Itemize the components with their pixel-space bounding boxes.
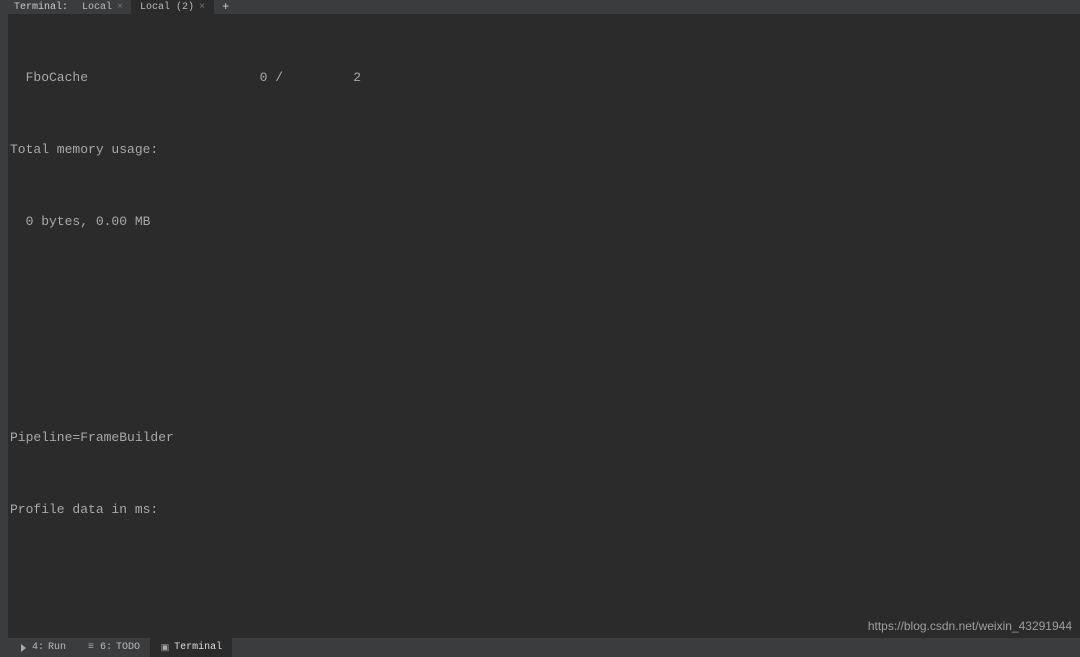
output-line: Total memory usage:	[10, 138, 1074, 162]
terminal-tabs-bar: Terminal: Local × Local (2) × +	[8, 0, 1080, 14]
terminal-icon	[160, 643, 170, 653]
left-gutter	[0, 0, 8, 657]
add-tab-button[interactable]: +	[214, 0, 237, 14]
bottom-toolbar: 4: Run 6: TODO Terminal	[8, 637, 1080, 657]
todo-tool-button[interactable]: 6: TODO	[76, 638, 150, 657]
output-line: FboCache 0 / 2	[10, 66, 1074, 90]
run-tool-button[interactable]: 4: Run	[8, 638, 76, 657]
tool-label: Run	[48, 642, 66, 653]
tab-label: Local	[82, 2, 112, 13]
tab-local-2[interactable]: Local (2) ×	[132, 0, 214, 14]
close-icon[interactable]: ×	[117, 2, 123, 13]
terminal-tool-button[interactable]: Terminal	[150, 638, 232, 657]
watermark: https://blog.csdn.net/weixin_43291944	[868, 619, 1072, 633]
close-icon[interactable]: ×	[199, 2, 205, 13]
tool-num: 6:	[100, 642, 112, 653]
tab-local[interactable]: Local ×	[74, 0, 132, 14]
output-line	[10, 354, 1074, 378]
output-line	[10, 282, 1074, 306]
terminal-title: Terminal:	[8, 2, 74, 13]
output-line	[10, 570, 1074, 594]
output-line: Profile data in ms:	[10, 498, 1074, 522]
tool-label: Terminal	[174, 642, 222, 653]
tool-num: 4:	[32, 642, 44, 653]
tool-label: TODO	[116, 642, 140, 653]
output-line: Pipeline=FrameBuilder	[10, 426, 1074, 450]
output-line: 0 bytes, 0.00 MB	[10, 210, 1074, 234]
list-icon	[86, 643, 96, 653]
play-icon	[18, 643, 28, 653]
tab-label: Local (2)	[140, 2, 194, 13]
terminal-output[interactable]: FboCache 0 / 2 Total memory usage: 0 byt…	[10, 18, 1074, 637]
